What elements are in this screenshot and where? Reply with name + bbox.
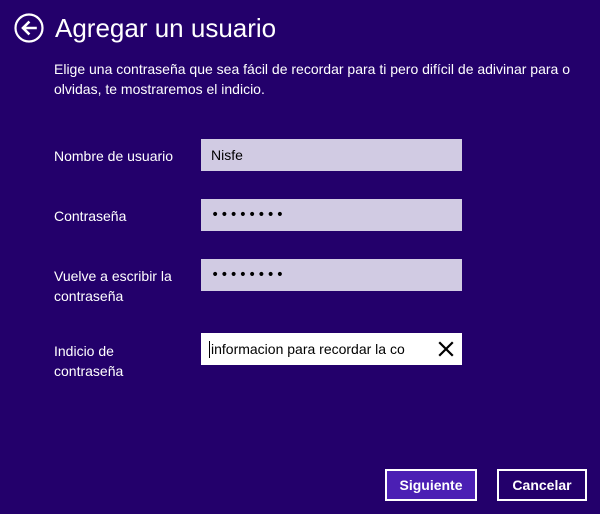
password-value: •••••••• [211, 207, 286, 223]
text-caret [209, 340, 210, 358]
confirm-password-field[interactable]: •••••••• [201, 259, 462, 291]
hint-value: informacion para recordar la co [211, 341, 405, 357]
cancel-button[interactable]: Cancelar [497, 469, 587, 501]
close-icon[interactable] [438, 341, 454, 357]
description-line-1: Elige una contraseña que sea fácil de re… [54, 61, 570, 77]
description-text: Elige una contraseña que sea fácil de re… [54, 59, 600, 99]
description-line-2: olvidas, te mostraremos el indicio. [54, 81, 265, 97]
hint-label: Indicio de contraseña [54, 341, 194, 381]
password-label: Contraseña [54, 208, 127, 224]
password-field[interactable]: •••••••• [201, 199, 462, 231]
hint-label-line-2: contraseña [54, 363, 124, 379]
confirm-password-label-line-1: Vuelve a escribir la [54, 268, 172, 284]
page-title: Agregar un usuario [55, 13, 277, 43]
back-arrow-icon[interactable] [14, 13, 44, 43]
confirm-password-label: Vuelve a escribir la contraseña [54, 266, 194, 306]
username-value: Nisfe [211, 147, 243, 163]
username-field[interactable]: Nisfe [201, 139, 462, 171]
hint-label-line-1: Indicio de [54, 343, 114, 359]
confirm-password-label-line-2: contraseña [54, 288, 124, 304]
next-button[interactable]: Siguiente [385, 469, 477, 501]
username-label: Nombre de usuario [54, 148, 174, 164]
confirm-password-value: •••••••• [211, 267, 286, 283]
add-user-page: Agregar un usuario Elige una contraseña … [0, 0, 600, 514]
hint-field[interactable]: informacion para recordar la co [201, 333, 462, 365]
